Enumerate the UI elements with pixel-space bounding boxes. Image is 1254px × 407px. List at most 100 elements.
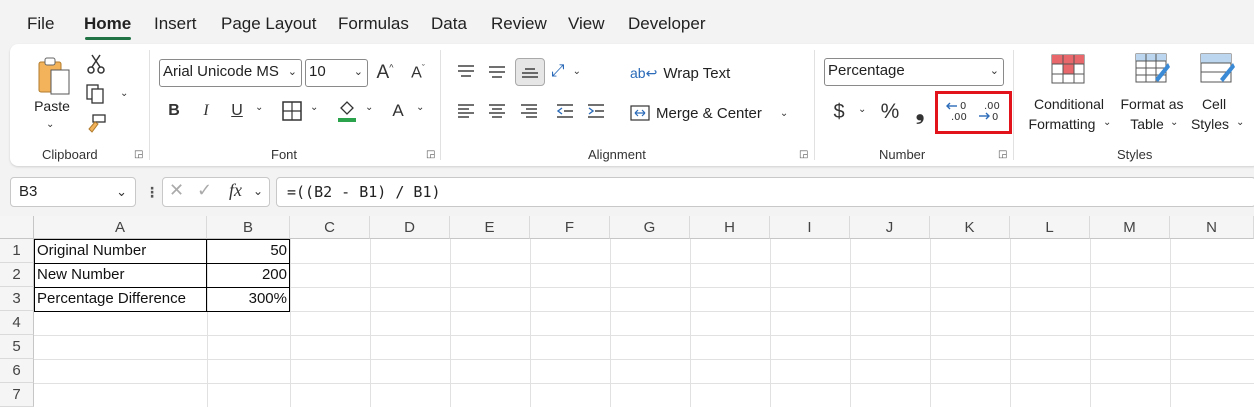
currency-chevron-icon[interactable]: ⌄: [858, 104, 866, 115]
cell-B1[interactable]: 50: [207, 239, 290, 263]
cell-B3[interactable]: 300%: [207, 287, 290, 311]
column-header[interactable]: L: [1010, 216, 1090, 239]
font-size-dropdown[interactable]: 10 ⌄: [305, 59, 368, 87]
increase-indent-icon[interactable]: [584, 100, 608, 122]
format-as-table-icon[interactable]: [1134, 52, 1172, 86]
column-header[interactable]: J: [850, 216, 930, 239]
column-header[interactable]: F: [530, 216, 610, 239]
cancel-icon[interactable]: ✕: [169, 180, 184, 201]
fx-chevron-icon[interactable]: ⌄: [253, 184, 263, 198]
column-header[interactable]: M: [1090, 216, 1170, 239]
borders-chevron-icon[interactable]: ⌄: [310, 102, 318, 113]
number-launcher-icon[interactable]: ◲: [998, 150, 1008, 160]
column-header[interactable]: E: [450, 216, 530, 239]
copy-chevron-icon[interactable]: ⌄: [120, 88, 128, 99]
tab-page-layout[interactable]: Page Layout: [221, 14, 316, 34]
align-middle-icon[interactable]: [485, 60, 509, 82]
format-as-table-label-2[interactable]: Table: [1122, 114, 1172, 134]
name-box[interactable]: B3 ⌄: [10, 177, 136, 207]
row-header[interactable]: 2: [0, 263, 34, 287]
tab-data[interactable]: Data: [431, 14, 467, 34]
tab-review[interactable]: Review: [491, 14, 547, 34]
row-header[interactable]: 1: [0, 239, 34, 263]
fill-color-chevron-icon[interactable]: ⌄: [365, 102, 373, 113]
row-header[interactable]: 5: [0, 335, 34, 359]
conditional-formatting-label-2[interactable]: Formatting: [1022, 114, 1102, 134]
column-header[interactable]: B: [207, 216, 290, 239]
column-header[interactable]: G: [610, 216, 690, 239]
align-left-icon[interactable]: [454, 100, 478, 122]
fill-color-icon[interactable]: [335, 98, 359, 124]
conditional-formatting-label-1[interactable]: Conditional: [1026, 94, 1112, 114]
wrap-text-button[interactable]: ab↩ Wrap Text: [630, 60, 750, 86]
column-header[interactable]: N: [1170, 216, 1254, 239]
enter-icon[interactable]: ✓: [197, 180, 212, 201]
font-name-dropdown[interactable]: Arial Unicode MS ⌄: [159, 59, 302, 87]
tab-file[interactable]: File: [27, 14, 54, 34]
row-header[interactable]: 7: [0, 383, 34, 407]
conditional-formatting-icon[interactable]: [1050, 52, 1086, 86]
clipboard-launcher-icon[interactable]: ◲: [134, 150, 144, 160]
row-header[interactable]: 4: [0, 311, 34, 335]
conditional-formatting-chevron-icon[interactable]: ⌄: [1103, 117, 1111, 128]
italic-button[interactable]: I: [194, 98, 218, 124]
tab-view[interactable]: View: [568, 14, 605, 34]
column-header[interactable]: I: [770, 216, 850, 239]
column-header[interactable]: D: [370, 216, 450, 239]
column-header[interactable]: H: [690, 216, 770, 239]
bold-button[interactable]: B: [162, 98, 186, 124]
cell-styles-label-1[interactable]: Cell: [1194, 94, 1234, 114]
chevron-down-icon: ⌄: [287, 66, 297, 78]
align-top-icon[interactable]: [454, 60, 478, 82]
percent-button[interactable]: %: [876, 98, 904, 126]
cell-styles-icon[interactable]: [1198, 52, 1238, 86]
tab-formulas[interactable]: Formulas: [338, 14, 409, 34]
cell-A3[interactable]: Percentage Difference: [34, 287, 207, 311]
paste-label[interactable]: Paste: [32, 96, 72, 116]
column-header[interactable]: A: [34, 216, 207, 239]
select-all-corner[interactable]: [0, 216, 34, 239]
cell-B2[interactable]: 200: [207, 263, 290, 287]
comma-style-button[interactable]: ❟: [910, 98, 930, 126]
font-color-icon[interactable]: A: [386, 98, 410, 124]
insert-function-icon[interactable]: fx: [229, 180, 242, 201]
format-painter-icon[interactable]: [83, 112, 109, 136]
currency-button[interactable]: $: [827, 98, 851, 126]
cell-A1[interactable]: Original Number: [34, 239, 207, 263]
font-launcher-icon[interactable]: ◲: [426, 150, 436, 160]
font-color-chevron-icon[interactable]: ⌄: [416, 102, 424, 113]
number-format-dropdown[interactable]: Percentage ⌄: [824, 58, 1004, 86]
borders-icon[interactable]: [280, 99, 304, 123]
column-header[interactable]: C: [290, 216, 370, 239]
merge-chevron-icon[interactable]: ⌄: [780, 108, 788, 119]
cell-styles-chevron-icon[interactable]: ⌄: [1236, 117, 1244, 128]
decrease-font-size-icon[interactable]: Aˇ: [405, 60, 431, 86]
copy-icon[interactable]: [82, 82, 108, 106]
align-center-icon[interactable]: [485, 100, 509, 122]
decrease-indent-icon[interactable]: [553, 100, 577, 122]
tab-insert[interactable]: Insert: [154, 14, 197, 34]
tab-developer[interactable]: Developer: [628, 14, 706, 34]
cut-icon[interactable]: [84, 52, 108, 76]
underline-button[interactable]: U: [225, 98, 249, 124]
row-header[interactable]: 6: [0, 359, 34, 383]
orientation-icon[interactable]: ⤢ ⌄: [551, 60, 581, 82]
paste-chevron-icon[interactable]: ⌄: [46, 119, 54, 130]
decimal-buttons-highlight: [935, 91, 1012, 134]
formula-input[interactable]: =((B2 - B1) / B1): [276, 177, 1254, 207]
formula-bar-grip-icon[interactable]: ⋮: [145, 183, 159, 201]
column-header[interactable]: K: [930, 216, 1010, 239]
format-as-table-label-1[interactable]: Format as: [1116, 94, 1188, 114]
paste-icon[interactable]: [34, 54, 74, 98]
row-header[interactable]: 3: [0, 287, 34, 311]
cell-A2[interactable]: New Number: [34, 263, 207, 287]
increase-font-size-icon[interactable]: A^: [372, 60, 398, 86]
align-bottom-icon[interactable]: [515, 58, 545, 86]
cell-styles-label-2[interactable]: Styles: [1188, 114, 1232, 134]
underline-chevron-icon[interactable]: ⌄: [255, 102, 263, 113]
alignment-launcher-icon[interactable]: ◲: [799, 150, 809, 160]
align-right-icon[interactable]: [517, 100, 541, 122]
tab-home[interactable]: Home: [84, 14, 131, 34]
format-as-table-chevron-icon[interactable]: ⌄: [1170, 117, 1178, 128]
merge-center-button[interactable]: Merge & Center ⌄: [630, 100, 800, 126]
